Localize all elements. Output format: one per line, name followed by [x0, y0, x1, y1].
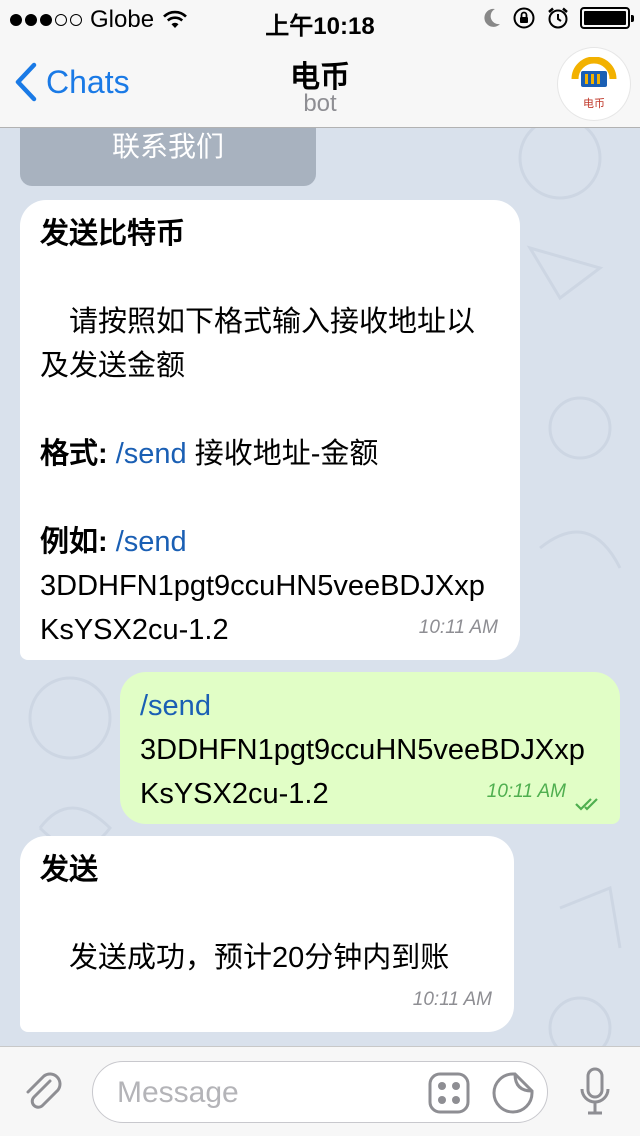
bot-logo-icon	[571, 57, 617, 87]
format-label: 格式:	[40, 438, 116, 470]
microphone-icon[interactable]	[580, 1067, 610, 1119]
send-command-link[interactable]: /send	[116, 526, 187, 558]
message-time: 10:11 AM	[412, 989, 492, 1010]
send-command-link[interactable]: /send	[116, 438, 187, 470]
format-line: 格式: /send 接收地址-金额	[40, 432, 500, 476]
alarm-icon	[548, 7, 568, 29]
message-title: 发送比特币	[40, 218, 186, 250]
double-check-icon	[575, 798, 598, 811]
incoming-message: 发送比特币 请按照如下格式输入接收地址以及发送金额 格式: /send 接收地址…	[20, 200, 520, 660]
format-text: 接收地址-金额	[186, 438, 379, 470]
message-body: 发送成功，预计20分钟内到账	[40, 942, 450, 974]
example-label: 例如:	[40, 526, 116, 558]
outgoing-message: /send 3DDHFN1pgt9ccuHN5veeBDJXxpKsYSX2cu…	[120, 672, 620, 824]
message-input-bar	[0, 1046, 640, 1136]
navigation-bar: Chats 电币 bot 电币	[0, 40, 640, 128]
avatar[interactable]: 电币	[558, 48, 630, 120]
chat-subtitle: bot	[303, 90, 337, 117]
contact-us-button[interactable]: 联系我们	[20, 128, 316, 186]
example-line: 例如: /send	[40, 520, 500, 564]
message-field	[92, 1061, 548, 1123]
message-time: 10:11 AM	[486, 781, 566, 802]
message-title: 发送	[40, 854, 99, 886]
avatar-label: 电币	[583, 98, 605, 110]
bot-commands-icon[interactable]	[427, 1071, 471, 1115]
moon-icon	[484, 8, 500, 27]
chat-history[interactable]: 联系我们 发送比特币 请按照如下格式输入接收地址以及发送金额 格式: /send…	[0, 128, 640, 1046]
paperclip-icon[interactable]	[20, 1069, 68, 1117]
send-command-link[interactable]: /send	[140, 684, 600, 728]
status-right	[482, 6, 634, 30]
message-input[interactable]	[117, 1074, 417, 1112]
status-bar: Globe 上午10:18	[0, 0, 640, 40]
rotation-lock-icon	[513, 7, 535, 29]
incoming-message: 发送 发送成功，预计20分钟内到账 10:11 AM	[20, 836, 514, 1032]
battery-icon	[580, 7, 634, 29]
sticker-icon[interactable]	[491, 1071, 535, 1115]
message-body: 请按照如下格式输入接收地址以及发送金额	[40, 306, 476, 382]
message-time: 10:11 AM	[418, 617, 498, 638]
